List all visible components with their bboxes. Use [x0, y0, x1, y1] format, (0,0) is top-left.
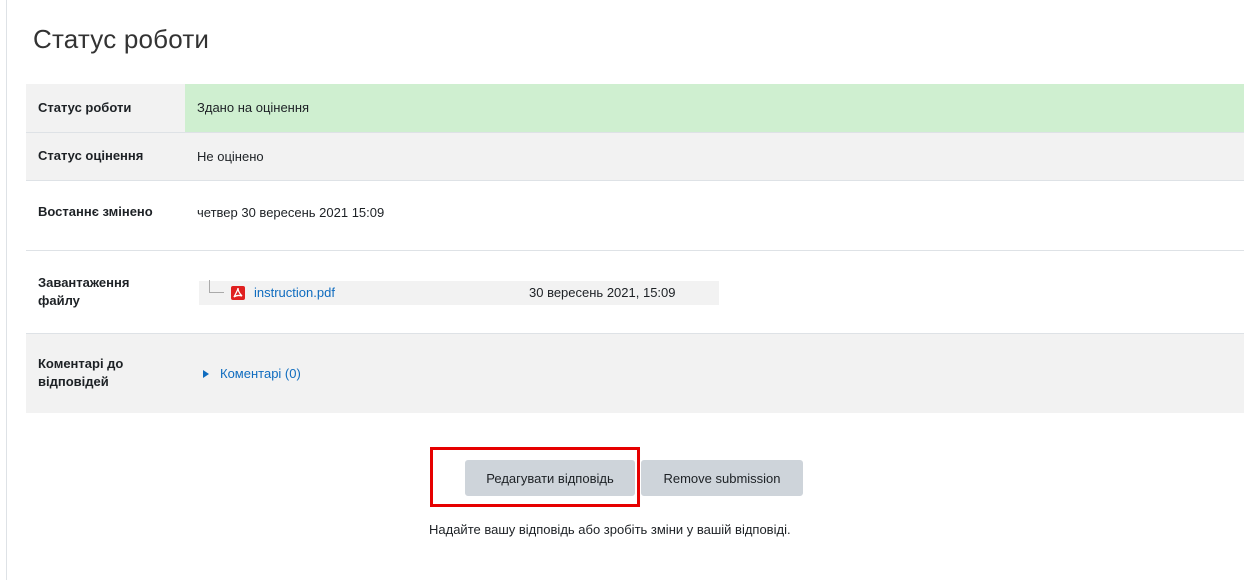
- last-modified-value: четвер 30 вересень 2021 15:09: [185, 179, 1244, 250]
- submission-status-page: Статус роботи Статус роботи Здано на оці…: [6, 0, 1244, 580]
- comments-toggle[interactable]: Коментарі (0): [203, 366, 301, 381]
- submission-status-table: Статус роботи Здано на оцінення Статус о…: [26, 84, 1244, 413]
- pdf-icon: [230, 285, 246, 301]
- submission-actions: Редагувати відповідь Remove submission: [465, 460, 803, 496]
- table-row: Завантаження файлу instruction.pdf 30 ве…: [26, 249, 1244, 333]
- file-submissions-cell: instruction.pdf 30 вересень 2021, 15:09: [185, 249, 1244, 333]
- row-label-submission-comments: Коментарі до відповідей: [26, 332, 185, 413]
- submission-status-value: Здано на оцінення: [185, 84, 1244, 132]
- grading-status-value: Не оцінено: [185, 131, 1244, 180]
- row-label-file-submissions: Завантаження файлу: [26, 249, 185, 333]
- row-label-grading-status: Статус оцінення: [26, 131, 185, 180]
- file-date: 30 вересень 2021, 15:09: [529, 285, 676, 300]
- remove-submission-button[interactable]: Remove submission: [641, 460, 803, 496]
- row-label-submission-status: Статус роботи: [26, 84, 185, 132]
- comments-label: Коментарі (0): [220, 366, 301, 381]
- file-link-instruction-pdf[interactable]: instruction.pdf: [254, 285, 529, 300]
- table-row: Коментарі до відповідей Коментарі (0): [26, 332, 1244, 413]
- table-row: Статус оцінення Не оцінено: [26, 131, 1244, 180]
- table-row: Статус роботи Здано на оцінення: [26, 84, 1244, 132]
- triangle-right-icon: [203, 369, 209, 378]
- table-row: Востаннє змінено четвер 30 вересень 2021…: [26, 179, 1244, 250]
- edit-hint-text: Надайте вашу відповідь або зробіть зміни…: [429, 522, 791, 537]
- edit-submission-button[interactable]: Редагувати відповідь: [465, 460, 635, 496]
- file-list-item: instruction.pdf 30 вересень 2021, 15:09: [199, 280, 719, 305]
- submission-comments-cell: Коментарі (0): [185, 332, 1244, 413]
- page-title: Статус роботи: [33, 24, 210, 54]
- row-label-last-modified: Востаннє змінено: [26, 179, 185, 250]
- tree-connector: [209, 280, 224, 293]
